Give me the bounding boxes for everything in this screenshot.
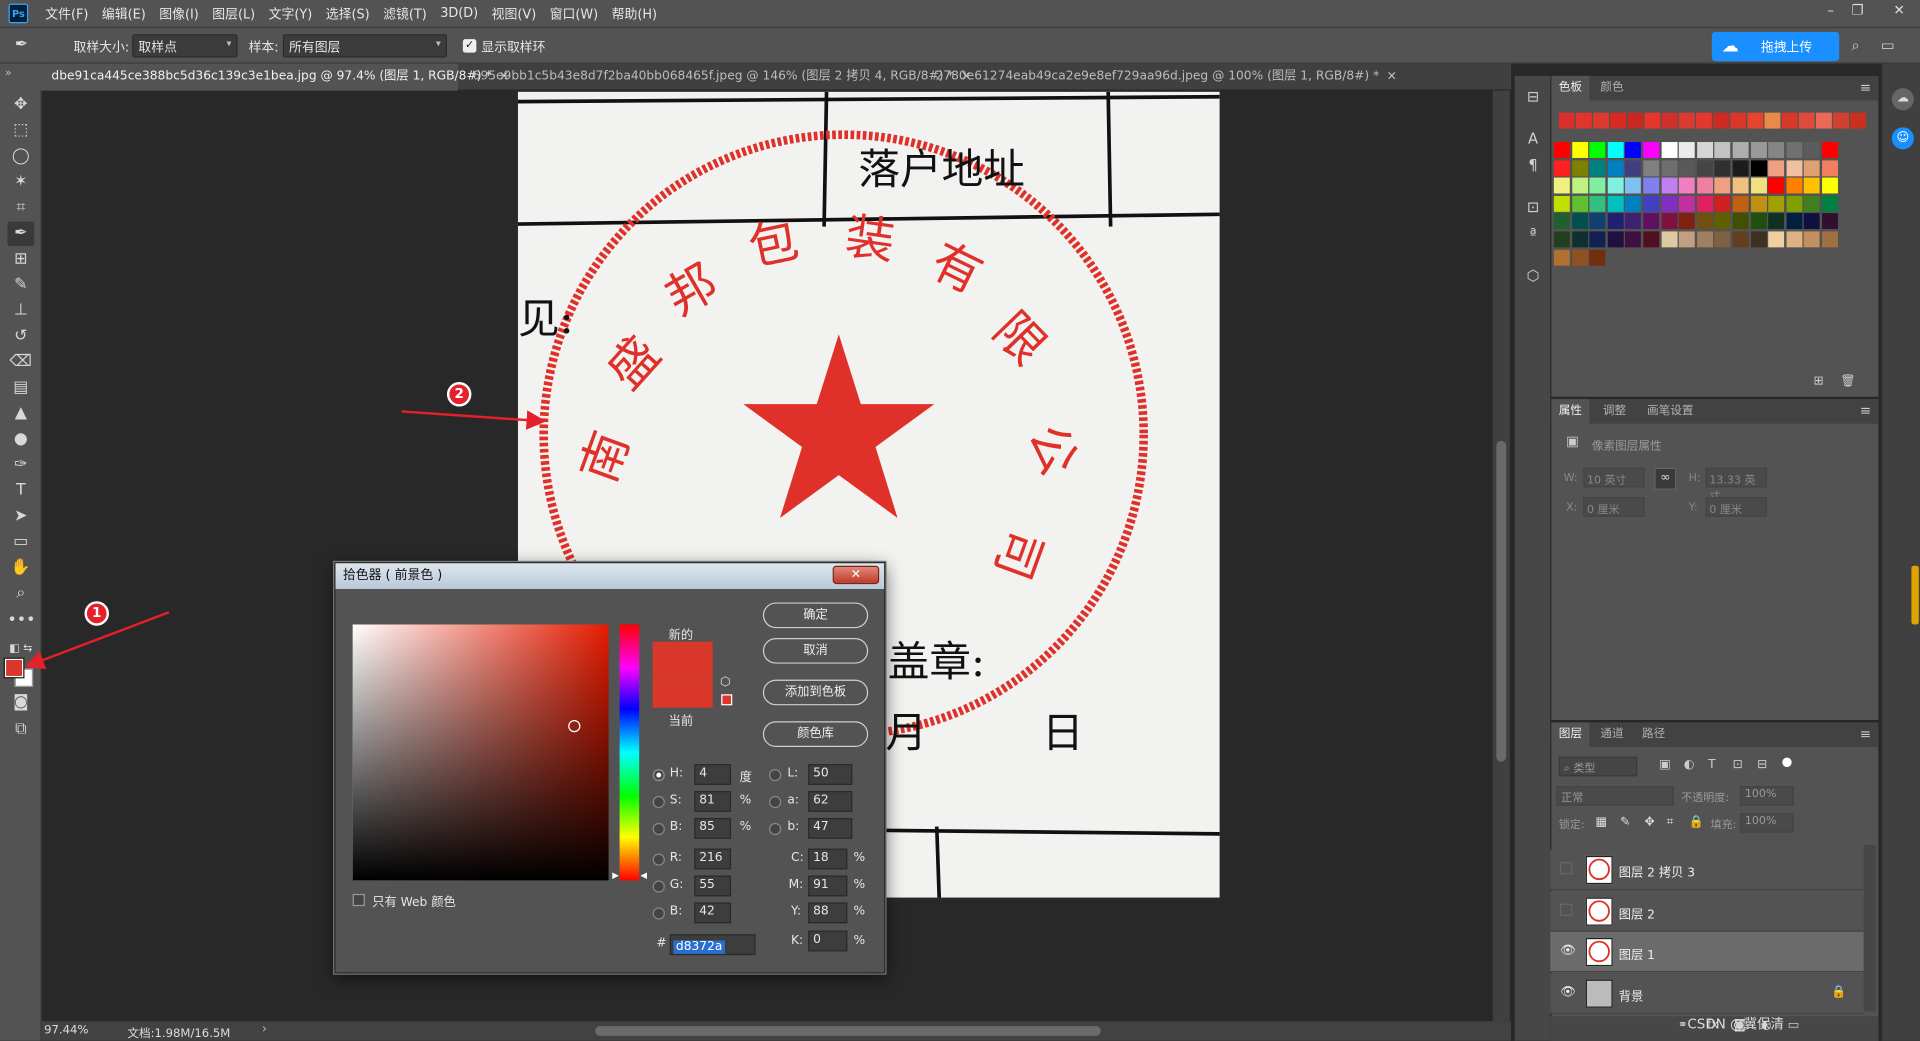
photoshop-window: Ps 文件(F) 编辑(E) 图像(I) 图层(L) 文字(Y) 选择(S) 滤…	[0, 0, 1920, 1041]
annotation-badge-2: 2	[446, 382, 472, 407]
annotation-arrows	[24, 410, 547, 670]
annotation-badge-1: 1	[84, 601, 109, 626]
